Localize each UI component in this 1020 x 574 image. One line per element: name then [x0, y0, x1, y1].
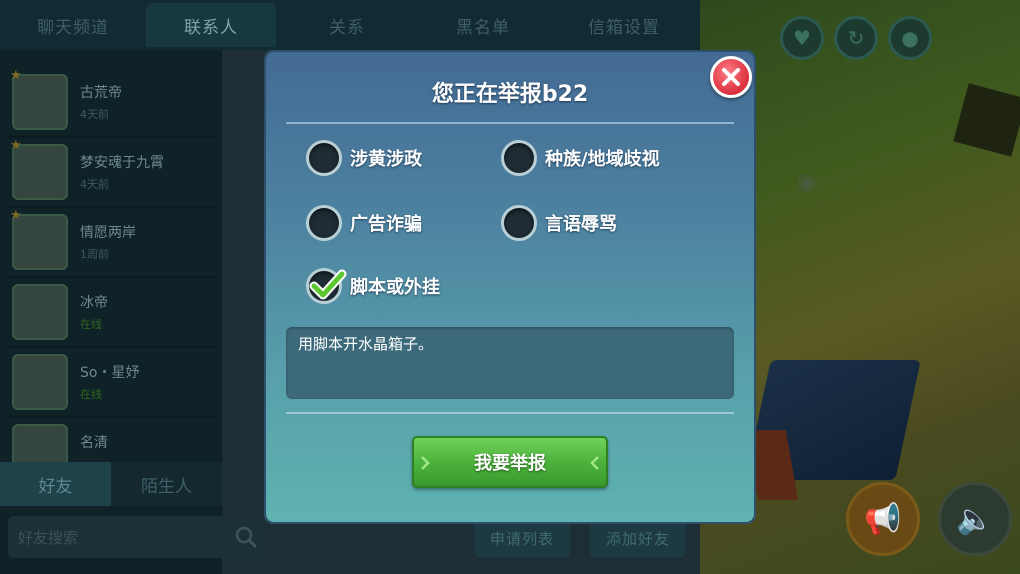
tab-contacts[interactable]: 联系人	[146, 3, 276, 47]
friend-search-input[interactable]: 好友搜索	[8, 516, 268, 558]
water-drop-icon[interactable]: ●	[888, 16, 932, 60]
friend-row[interactable]: 冰帝 在线	[8, 278, 216, 348]
option-label: 种族/地域歧视	[545, 149, 660, 170]
friend-status: 4天前	[80, 108, 109, 121]
option-radio[interactable]	[501, 140, 537, 176]
star-icon: ★	[10, 68, 22, 83]
friend-name: 古荒帝	[80, 85, 122, 101]
friend-row[interactable]: ★ 梦安魂于九霄 4天前	[8, 138, 216, 208]
tab-strangers[interactable]: 陌生人	[111, 462, 222, 506]
option-label: 脚本或外挂	[350, 277, 440, 298]
arrow-left-icon	[590, 456, 599, 470]
dialog-title: 您正在举报b22	[431, 82, 589, 107]
option-radio[interactable]	[306, 205, 342, 241]
top-tab-bar: 聊天频道 联系人 关系 黑名单 信箱设置	[0, 0, 700, 50]
tab-chat-channel[interactable]: 聊天频道	[6, 3, 140, 47]
search-placeholder: 好友搜索	[18, 528, 79, 547]
heart-icon[interactable]: ♥	[780, 16, 824, 60]
eye-icon[interactable]: ◉	[797, 170, 829, 195]
friend-status: 1周前	[80, 248, 109, 261]
arrow-right-icon	[421, 456, 430, 470]
friend-status: 在线	[80, 388, 102, 401]
refresh-icon[interactable]: ↻	[834, 16, 878, 60]
friend-tab-bar: 好友 陌生人	[0, 462, 222, 506]
tab-relations[interactable]: 关系	[282, 3, 412, 47]
option-radio[interactable]	[306, 268, 347, 304]
checkmark-icon	[309, 269, 347, 300]
submit-label: 我要举报	[474, 453, 546, 474]
report-reason-textarea[interactable]: 用脚本开水晶箱子。	[286, 327, 734, 399]
option-label: 言语辱骂	[545, 214, 617, 235]
friend-row[interactable]: 名清	[8, 418, 216, 462]
divider	[286, 122, 734, 124]
option-script-cheat[interactable]: 脚本或外挂	[306, 266, 440, 306]
friend-row[interactable]: ★ 古荒帝 4天前	[8, 68, 216, 138]
star-icon: ★	[10, 208, 22, 223]
friend-status: 4天前	[80, 178, 109, 191]
megaphone-icon[interactable]: 📢	[846, 482, 920, 556]
close-icon	[722, 68, 740, 86]
friend-name: 梦安魂于九霄	[80, 155, 164, 171]
option-discrimination[interactable]: 种族/地域歧视	[501, 138, 660, 178]
friend-name: 冰帝	[80, 295, 108, 311]
option-verbal-abuse[interactable]: 言语辱骂	[501, 203, 617, 243]
friend-row[interactable]: So・星妤 在线	[8, 348, 216, 418]
avatar	[12, 424, 68, 462]
tab-mail-settings[interactable]: 信箱设置	[554, 3, 694, 47]
friend-name: 名清	[80, 435, 108, 451]
option-label: 涉黄涉政	[350, 149, 422, 170]
option-radio[interactable]	[306, 140, 342, 176]
close-button[interactable]	[710, 56, 752, 98]
friend-name: So・星妤	[80, 365, 140, 381]
apply-list-button[interactable]: 申请列表	[474, 518, 570, 558]
friend-status: 在线	[80, 318, 102, 331]
divider	[286, 412, 734, 414]
speaker-icon[interactable]: 🔈	[938, 482, 1012, 556]
tab-blacklist[interactable]: 黑名单	[418, 3, 548, 47]
friend-name: 情愿两岸	[80, 225, 136, 241]
option-pornography-politics[interactable]: 涉黄涉政	[306, 138, 422, 178]
search-icon	[235, 526, 257, 548]
friend-row[interactable]: ★ 情愿两岸 1周前	[8, 208, 216, 278]
tab-friends[interactable]: 好友	[0, 462, 111, 506]
avatar	[12, 354, 68, 410]
avatar	[12, 284, 68, 340]
add-friend-button[interactable]: 添加好友	[590, 518, 686, 558]
contacts-panel: ★ 古荒帝 4天前 ★ 梦安魂于九霄 4天前 ★ 情愿两岸 1周前 冰帝 在线	[0, 50, 222, 574]
submit-report-button[interactable]: 我要举报	[412, 436, 608, 488]
option-label: 广告诈骗	[350, 214, 422, 235]
option-ad-fraud[interactable]: 广告诈骗	[306, 203, 422, 243]
star-icon: ★	[10, 138, 22, 153]
report-dialog: 您正在举报b22 涉黄涉政 种族/地域歧视 广告诈骗 言语辱骂 脚本或外挂 用脚…	[264, 50, 756, 524]
friend-list: ★ 古荒帝 4天前 ★ 梦安魂于九霄 4天前 ★ 情愿两岸 1周前 冰帝 在线	[8, 68, 216, 462]
option-radio[interactable]	[501, 205, 537, 241]
